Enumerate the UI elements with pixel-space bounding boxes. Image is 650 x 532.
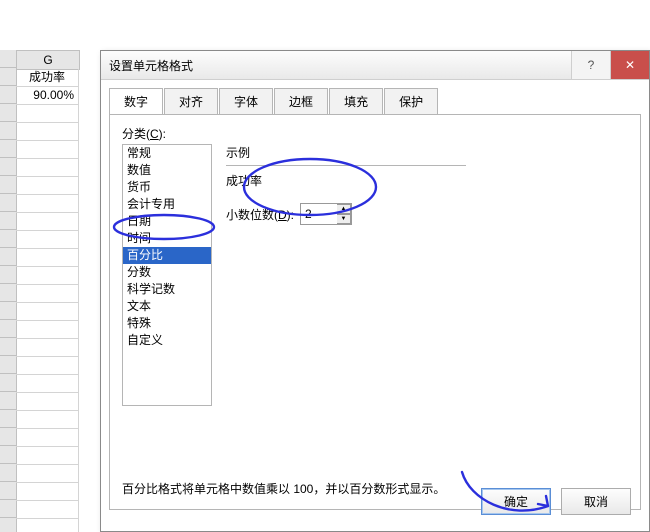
dialog-title: 设置单元格格式 — [101, 57, 571, 74]
divider — [226, 165, 466, 166]
decimals-input[interactable] — [301, 204, 337, 224]
category-item[interactable]: 百分比 — [123, 247, 211, 264]
tab-对齐[interactable]: 对齐 — [164, 88, 218, 115]
tab-填充[interactable]: 填充 — [329, 88, 383, 115]
category-item[interactable]: 科学记数 — [123, 281, 211, 298]
category-item[interactable]: 自定义 — [123, 332, 211, 349]
tab-保护[interactable]: 保护 — [384, 88, 438, 115]
cancel-button[interactable]: 取消 — [561, 488, 631, 515]
ok-button[interactable]: 确定 — [481, 488, 551, 515]
category-item[interactable]: 常规 — [123, 145, 211, 162]
column-body: 成功率 90.00% — [16, 69, 79, 532]
decimals-label: 小数位数(D): — [226, 206, 294, 223]
spinner-up-button[interactable]: ▲ — [337, 204, 351, 214]
close-button[interactable]: ✕ — [610, 51, 649, 79]
category-item[interactable]: 分数 — [123, 264, 211, 281]
cell-header[interactable]: 成功率 — [16, 69, 78, 87]
help-button[interactable]: ? — [571, 51, 610, 79]
tab-数字[interactable]: 数字 — [109, 88, 163, 115]
cell-value[interactable]: 90.00% — [16, 87, 78, 105]
category-label: 分类(C): — [122, 125, 628, 142]
number-tab-panel: 分类(C): 常规数值货币会计专用日期时间百分比分数科学记数文本特殊自定义 示例… — [109, 114, 641, 510]
tab-字体[interactable]: 字体 — [219, 88, 273, 115]
tab-strip: 数字对齐字体边框填充保护 — [109, 87, 641, 114]
category-item[interactable]: 文本 — [123, 298, 211, 315]
format-cells-dialog: 设置单元格格式 ? ✕ 数字对齐字体边框填充保护 分类(C): 常规数值货币会计… — [100, 50, 650, 532]
sample-label: 示例 — [226, 144, 628, 161]
spinner-down-button[interactable]: ▼ — [337, 214, 351, 224]
category-listbox[interactable]: 常规数值货币会计专用日期时间百分比分数科学记数文本特殊自定义 — [122, 144, 212, 406]
category-item[interactable]: 特殊 — [123, 315, 211, 332]
tab-边框[interactable]: 边框 — [274, 88, 328, 115]
category-item[interactable]: 会计专用 — [123, 196, 211, 213]
category-item[interactable]: 日期 — [123, 213, 211, 230]
decimals-spinner[interactable]: ▲ ▼ — [300, 203, 352, 225]
category-detail-pane: 示例 成功率 小数位数(D): ▲ ▼ — [226, 144, 628, 404]
category-item[interactable]: 货币 — [123, 179, 211, 196]
sample-value: 成功率 — [226, 172, 628, 189]
dialog-titlebar[interactable]: 设置单元格格式 ? ✕ — [101, 51, 649, 80]
row-header-strip — [0, 50, 17, 532]
column-header[interactable]: G — [16, 50, 80, 70]
category-item[interactable]: 时间 — [123, 230, 211, 247]
category-item[interactable]: 数值 — [123, 162, 211, 179]
